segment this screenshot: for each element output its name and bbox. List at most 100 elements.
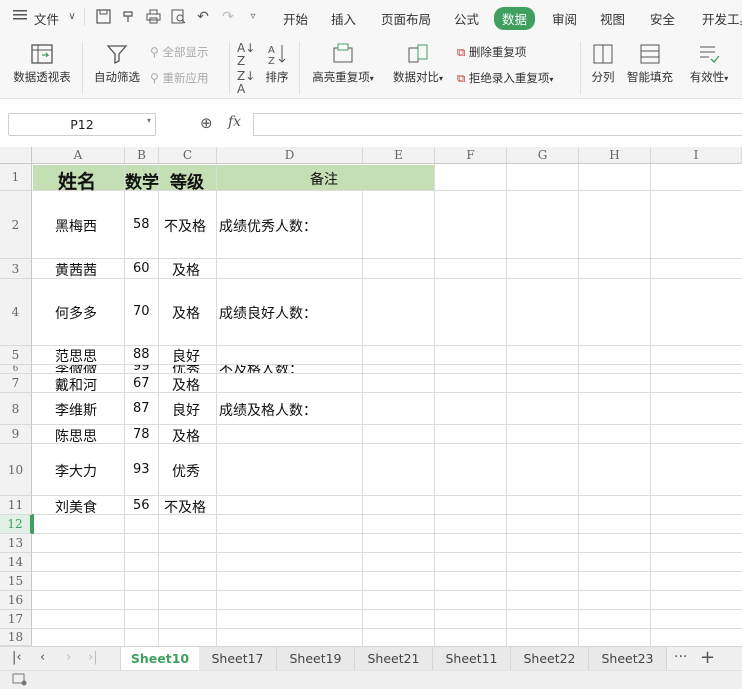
row-header-12[interactable]: 12 bbox=[0, 515, 32, 534]
reapply-button[interactable]: ⚲ 重新应用 bbox=[150, 70, 208, 86]
sort-button[interactable]: AZ 排序 bbox=[262, 42, 292, 85]
print-preview-icon[interactable] bbox=[170, 9, 186, 25]
column-header-f[interactable]: F bbox=[435, 147, 507, 164]
cell-name[interactable]: 李微微 bbox=[55, 365, 97, 373]
cell-name[interactable]: 李维斯 bbox=[55, 400, 97, 420]
last-sheet-icon[interactable]: ›| bbox=[88, 650, 98, 665]
cell-score[interactable]: 78 bbox=[133, 427, 150, 442]
tab-insert[interactable]: 插入 bbox=[331, 9, 356, 28]
header-grade[interactable]: 等级 bbox=[170, 168, 204, 193]
formula-input[interactable] bbox=[253, 113, 742, 136]
cell-name[interactable]: 黑梅西 bbox=[55, 216, 97, 236]
cell-score[interactable]: 60 bbox=[133, 261, 150, 276]
validity-button[interactable]: 有效性▾ bbox=[684, 42, 734, 85]
cell-name[interactable]: 陈思思 bbox=[55, 426, 97, 446]
undo-icon[interactable]: ↶ bbox=[195, 9, 211, 25]
row-header-8[interactable]: 8 bbox=[0, 393, 32, 425]
tab-formulas[interactable]: 公式 bbox=[454, 9, 479, 28]
cell-grade[interactable]: 及格 bbox=[172, 426, 200, 446]
column-header-i[interactable]: I bbox=[651, 147, 742, 164]
sheet-tab-sheet19[interactable]: Sheet19 bbox=[277, 647, 355, 670]
tab-data[interactable]: 数据 bbox=[494, 7, 536, 30]
row-header-5[interactable]: 5 bbox=[0, 346, 32, 365]
sheet-tab-sheet22[interactable]: Sheet22 bbox=[511, 647, 589, 670]
sheet-tab-sheet23[interactable]: Sheet23 bbox=[589, 647, 667, 670]
macro-record-icon[interactable] bbox=[12, 673, 28, 689]
autofilter-button[interactable]: 自动筛选 bbox=[90, 42, 144, 85]
hamburger-icon[interactable] bbox=[12, 9, 28, 25]
select-all-corner[interactable] bbox=[0, 147, 32, 164]
cell-grade[interactable]: 及格 bbox=[172, 375, 200, 395]
sheet-tab-sheet11[interactable]: Sheet11 bbox=[433, 647, 511, 670]
column-header-c[interactable]: C bbox=[159, 147, 217, 164]
row-header-15[interactable]: 15 bbox=[0, 572, 32, 591]
cell-score[interactable]: 58 bbox=[133, 217, 150, 232]
print-icon[interactable] bbox=[145, 9, 161, 25]
customize-dropdown-icon[interactable]: ▿ bbox=[245, 9, 261, 25]
row-header-3[interactable]: 3 bbox=[0, 259, 32, 279]
row-header-17[interactable]: 17 bbox=[0, 610, 32, 629]
data-compare-button[interactable]: 数据对比▾ bbox=[388, 42, 448, 85]
cell-name[interactable]: 范思思 bbox=[55, 346, 97, 366]
row-header-10[interactable]: 10 bbox=[0, 444, 32, 496]
tab-developer[interactable]: 开发工具 bbox=[702, 9, 742, 28]
next-sheet-icon[interactable]: › bbox=[66, 650, 71, 665]
cell-score[interactable]: 70 bbox=[133, 304, 150, 319]
column-header-d[interactable]: D bbox=[217, 147, 363, 164]
cell-name[interactable]: 黄茜茜 bbox=[55, 260, 97, 280]
cell-grade[interactable]: 及格 bbox=[172, 260, 200, 280]
name-box[interactable]: P12 bbox=[8, 113, 156, 136]
column-header-g[interactable]: G bbox=[507, 147, 579, 164]
sort-asc-icon[interactable]: A↓ Z bbox=[237, 42, 255, 68]
cell-grade[interactable]: 优秀 bbox=[172, 461, 200, 481]
cell-grade[interactable]: 不及格 bbox=[164, 216, 206, 236]
zoom-search-icon[interactable]: ⊕ bbox=[200, 114, 213, 132]
row-header-9[interactable]: 9 bbox=[0, 425, 32, 444]
cell-note[interactable]: 不及格人数： bbox=[219, 365, 303, 373]
header-note[interactable]: 备注 bbox=[310, 169, 338, 189]
chevron-down-icon[interactable]: ∨ bbox=[64, 9, 80, 25]
chevron-down-icon[interactable]: ▾ bbox=[147, 116, 151, 125]
more-sheets-icon[interactable]: ··· bbox=[674, 649, 687, 665]
tab-view[interactable]: 视图 bbox=[600, 9, 625, 28]
sheet-tab-sheet10[interactable]: Sheet10 bbox=[120, 647, 200, 670]
pivot-table-button[interactable]: 数据透视表 bbox=[10, 42, 74, 85]
row-header-6[interactable]: 6 bbox=[0, 365, 32, 374]
sheet-tab-sheet21[interactable]: Sheet21 bbox=[355, 647, 433, 670]
row-header-14[interactable]: 14 bbox=[0, 553, 32, 572]
tab-page-layout[interactable]: 页面布局 bbox=[381, 9, 431, 28]
cell-score[interactable]: 99 bbox=[133, 365, 150, 373]
row-header-13[interactable]: 13 bbox=[0, 534, 32, 553]
cell-score[interactable]: 88 bbox=[133, 347, 150, 362]
sort-desc-icon[interactable]: Z↓ A bbox=[237, 70, 255, 96]
header-math[interactable]: 数学 bbox=[125, 168, 159, 193]
cell-grade[interactable]: 不及格 bbox=[164, 497, 206, 517]
fx-icon[interactable]: fx bbox=[228, 114, 241, 130]
row-header-18[interactable]: 18 bbox=[0, 629, 32, 646]
column-header-b[interactable]: B bbox=[125, 147, 159, 164]
cell-score[interactable]: 93 bbox=[133, 462, 150, 477]
reject-duplicates-button[interactable]: ⧉ 拒绝录入重复项▾ bbox=[457, 70, 553, 86]
header-name[interactable]: 姓名 bbox=[58, 167, 96, 194]
redo-icon[interactable]: ↷ bbox=[220, 9, 236, 25]
cell-name[interactable]: 李大力 bbox=[55, 461, 97, 481]
cell-grade[interactable]: 优秀 bbox=[172, 365, 200, 373]
first-sheet-icon[interactable]: |‹ bbox=[12, 650, 22, 665]
add-sheet-icon[interactable]: + bbox=[700, 647, 715, 668]
sheet-tab-sheet17[interactable]: Sheet17 bbox=[199, 647, 277, 670]
row-header-11[interactable]: 11 bbox=[0, 496, 32, 515]
split-column-button[interactable]: 分列 bbox=[588, 42, 618, 85]
row-header-4[interactable]: 4 bbox=[0, 279, 32, 346]
cell-score[interactable]: 87 bbox=[133, 401, 150, 416]
row-header-1[interactable]: 1 bbox=[0, 164, 32, 191]
save-icon[interactable] bbox=[95, 9, 111, 25]
cell-score[interactable]: 67 bbox=[133, 376, 150, 391]
cell-note[interactable]: 成绩及格人数： bbox=[219, 400, 317, 420]
prev-sheet-icon[interactable]: ‹ bbox=[40, 650, 45, 665]
highlight-duplicates-button[interactable]: 高亮重复项▾ bbox=[307, 42, 379, 85]
cell-name[interactable]: 何多多 bbox=[55, 303, 97, 323]
remove-duplicates-button[interactable]: ⧉ 删除重复项 bbox=[457, 44, 526, 60]
cell-grade[interactable]: 良好 bbox=[172, 346, 200, 366]
cell-name[interactable]: 刘美食 bbox=[55, 497, 97, 517]
cell-name[interactable]: 戴和河 bbox=[55, 375, 97, 395]
